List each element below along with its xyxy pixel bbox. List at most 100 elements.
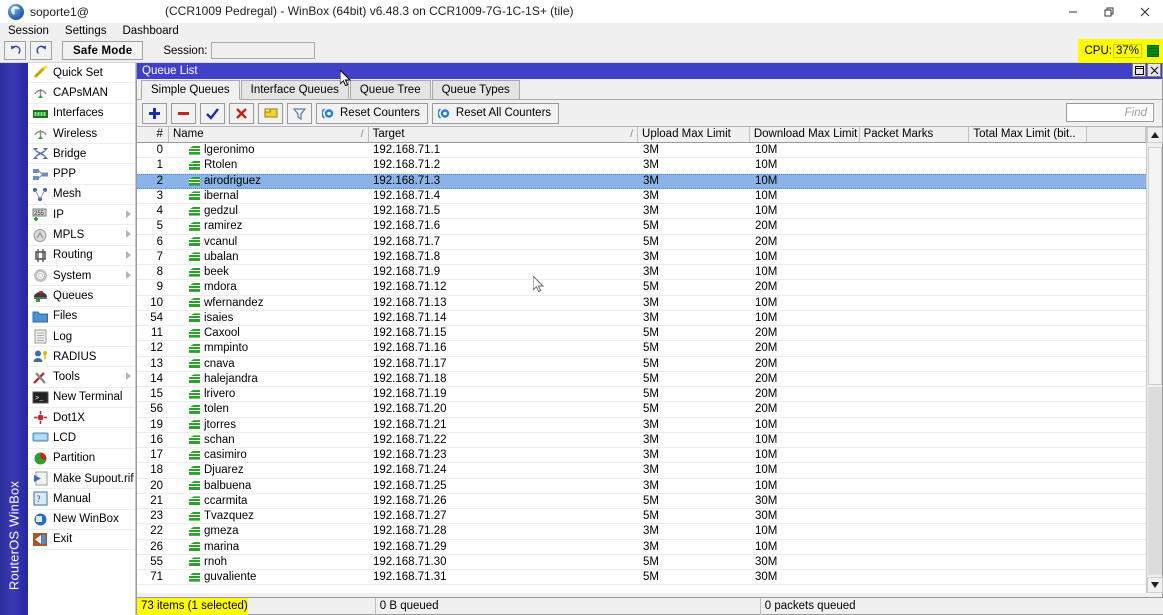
redo-icon[interactable] (30, 41, 52, 60)
scroll-down-button[interactable] (1147, 577, 1163, 593)
sidebar-item-system[interactable]: System (28, 266, 135, 286)
sidebar-item-queues[interactable]: Queues (28, 286, 135, 306)
sidebar-item-manual[interactable]: ? Manual (28, 489, 135, 509)
sidebar-item-files[interactable]: Files (28, 307, 135, 327)
sidebar-item-routing[interactable]: Routing (28, 246, 135, 266)
table-row[interactable]: 18Djuarez192.168.71.243M10M (137, 463, 1162, 478)
sidebar-item-ppp[interactable]: PPP (28, 164, 135, 184)
table-row[interactable]: 17casimiro192.168.71.233M10M (137, 448, 1162, 463)
sidebar-item-quick-set[interactable]: Quick Set (28, 63, 135, 83)
sidebar-item-mpls[interactable]: MPLS (28, 225, 135, 245)
disable-queue-button[interactable] (229, 103, 254, 124)
sidebar-item-capsman[interactable]: CAPsMAN (28, 83, 135, 103)
table-row[interactable]: 4gedzul192.168.71.53M10M (137, 204, 1162, 219)
sidebar-item-interfaces[interactable]: Interfaces (28, 104, 135, 124)
session-input[interactable] (211, 42, 315, 59)
tab-queue-tree[interactable]: Queue Tree (350, 80, 431, 99)
find-input[interactable]: Find (1066, 103, 1154, 122)
table-row[interactable]: 10wfernandez192.168.71.133M10M (137, 296, 1162, 311)
column-header-total-max-limit[interactable]: Total Max Limit (bit.. (969, 127, 1087, 142)
sidebar-item-mesh[interactable]: Mesh (28, 185, 135, 205)
scrollbar-thumb[interactable] (1148, 147, 1162, 385)
table-row[interactable]: 56tolen192.168.71.205M20M (137, 402, 1162, 417)
table-row[interactable]: 21ccarmita192.168.71.265M30M (137, 494, 1162, 509)
cell-download-max-limit: 20M (751, 327, 861, 339)
tab-queue-types[interactable]: Queue Types (432, 80, 520, 99)
table-row[interactable]: 1Rtolen192.168.71.23M10M (137, 158, 1162, 173)
sidebar-item-new-winbox[interactable]: New WinBox (28, 510, 135, 530)
sidebar-item-new-terminal[interactable]: >_ New Terminal (28, 388, 135, 408)
cell-name-label: jtorres (204, 419, 236, 431)
table-row[interactable]: 6vcanul192.168.71.75M20M (137, 235, 1162, 250)
window-controls (1055, 0, 1163, 23)
sidebar-item-exit[interactable]: Exit (28, 530, 135, 550)
sidebar-item-tools[interactable]: Tools (28, 367, 135, 387)
close-icon[interactable] (1147, 63, 1161, 77)
cell-target: 192.168.71.14 (369, 312, 639, 324)
cell-target: 192.168.71.30 (369, 556, 639, 568)
table-row[interactable]: 14halejandra192.168.71.185M20M (137, 372, 1162, 387)
scroll-up-button[interactable] (1147, 127, 1163, 143)
sidebar-item-make-supout-rif[interactable]: Make Supout.rif (28, 469, 135, 489)
chevron-right-icon (126, 251, 131, 259)
add-queue-button[interactable] (142, 103, 167, 124)
table-row[interactable]: 15lrivero192.168.71.195M20M (137, 387, 1162, 402)
enable-queue-button[interactable] (200, 103, 225, 124)
close-icon[interactable] (1127, 0, 1163, 23)
table-row[interactable]: 20balbuena192.168.71.253M10M (137, 479, 1162, 494)
table-row[interactable]: 12mmpinto192.168.71.165M20M (137, 341, 1162, 356)
table-row[interactable]: 8beek192.168.71.93M10M (137, 265, 1162, 280)
menu-item-settings[interactable]: Settings (65, 25, 107, 37)
column-header-packet-marks[interactable]: Packet Marks (860, 127, 970, 142)
sidebar-item-partition[interactable]: Partition (28, 449, 135, 469)
table-row[interactable]: 55rnoh192.168.71.305M30M (137, 555, 1162, 570)
sidebar-item-radius[interactable]: RADIUS (28, 347, 135, 367)
table-row[interactable]: 19jtorres192.168.71.213M10M (137, 418, 1162, 433)
table-row[interactable]: 3ibernal192.168.71.43M10M (137, 189, 1162, 204)
column-header-blank[interactable] (1087, 127, 1146, 142)
maximize-icon[interactable] (1132, 63, 1146, 77)
column-header-download-max-limit[interactable]: Download Max Limit (750, 127, 860, 142)
cell-download-max-limit: 10M (751, 159, 861, 171)
column-header-target[interactable]: Target / (369, 127, 638, 142)
table-row[interactable]: 22gmeza192.168.71.283M10M (137, 524, 1162, 539)
status-items-count: 73 items (1 selected) (137, 598, 248, 615)
sidebar-item-wireless[interactable]: Wireless (28, 124, 135, 144)
menu-item-dashboard[interactable]: Dashboard (122, 25, 178, 37)
table-row[interactable]: 9mdora192.168.71.125M20M (137, 280, 1162, 295)
column-header-upload-max-limit[interactable]: Upload Max Limit (638, 127, 750, 142)
table-row[interactable]: 11Caxool192.168.71.155M20M (137, 326, 1162, 341)
comment-note-icon[interactable] (258, 103, 283, 124)
sidebar-item-log[interactable]: Log (28, 327, 135, 347)
funnel-filter-icon[interactable] (287, 103, 312, 124)
reset-counters-button[interactable]: Reset Counters (316, 103, 428, 124)
minimize-icon[interactable] (1055, 0, 1091, 23)
sidebar-item-ip[interactable]: 255 IP (28, 205, 135, 225)
column-header-name[interactable]: Name / (169, 127, 369, 142)
table-row[interactable]: 23Tvazquez192.168.71.275M30M (137, 509, 1162, 524)
table-row[interactable]: 71guvaliente192.168.71.315M30M (137, 570, 1162, 585)
tab-simple-queues[interactable]: Simple Queues (141, 80, 240, 100)
sidebar-item-dot1x[interactable]: Dot1X (28, 408, 135, 428)
undo-icon[interactable] (4, 41, 26, 60)
remove-queue-button[interactable] (171, 103, 196, 124)
reset-all-counters-button[interactable]: Reset All Counters (432, 103, 559, 124)
table-row[interactable]: 5ramirez192.168.71.65M20M (137, 219, 1162, 234)
cell-name: marina (169, 541, 369, 553)
column-header-id[interactable]: # (137, 127, 169, 142)
table-row[interactable]: 26marina192.168.71.293M10M (137, 540, 1162, 555)
vertical-scrollbar[interactable] (1146, 127, 1162, 593)
table-row[interactable]: 13cnava192.168.71.175M20M (137, 357, 1162, 372)
scrollbar-track[interactable] (1148, 387, 1162, 575)
table-row[interactable]: 0lgeronimo192.168.71.13M10M (137, 143, 1162, 158)
table-row[interactable]: 16schan192.168.71.223M10M (137, 433, 1162, 448)
sidebar-item-lcd[interactable]: LCD (28, 428, 135, 448)
tab-interface-queues[interactable]: Interface Queues (241, 80, 349, 99)
menu-item-session[interactable]: Session (8, 25, 49, 37)
table-row[interactable]: 2airodriguez192.168.71.33M10M (137, 174, 1162, 189)
table-row[interactable]: 54isaies192.168.71.143M10M (137, 311, 1162, 326)
sidebar-item-bridge[interactable]: Bridge (28, 144, 135, 164)
restore-icon[interactable] (1091, 0, 1127, 23)
safe-mode-button[interactable]: Safe Mode (62, 41, 143, 60)
table-row[interactable]: 7ubalan192.168.71.83M10M (137, 250, 1162, 265)
